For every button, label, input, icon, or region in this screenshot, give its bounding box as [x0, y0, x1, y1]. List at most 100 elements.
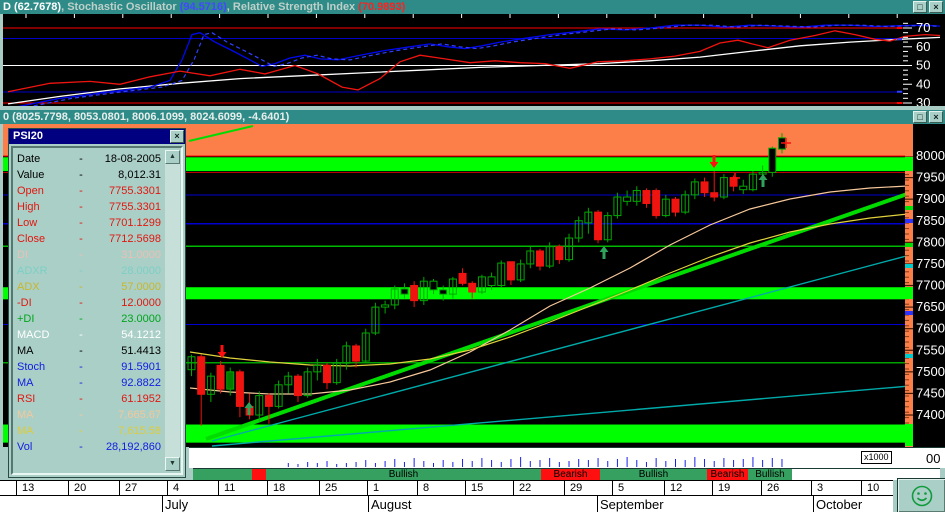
date-tick: [218, 481, 219, 495]
quote-row: Low-7701.1299: [15, 215, 163, 231]
quote-panel-body: Date-18-08-2005Value-8,012.31Open-7755.3…: [11, 146, 183, 475]
svg-text:7850: 7850: [916, 213, 945, 228]
date-label: 11: [224, 482, 235, 494]
date-tick: [167, 481, 168, 495]
restore-window-button[interactable]: □: [913, 1, 927, 13]
smiley-button[interactable]: [897, 478, 945, 512]
quote-row: MA-7,665.67: [15, 407, 163, 423]
quote-row: DI-31.0000: [15, 247, 163, 263]
date-tick: [417, 481, 418, 495]
quote-row: ADX-57.0000: [15, 279, 163, 295]
svg-text:7550: 7550: [916, 342, 945, 357]
scroll-up-icon[interactable]: ▲: [165, 150, 180, 164]
svg-text:60: 60: [916, 39, 930, 54]
month-label: September: [600, 497, 664, 512]
date-tick: [16, 481, 17, 495]
date-label: 3: [817, 482, 823, 494]
volume-pane: x1000 00: [189, 447, 945, 468]
quote-row: Stoch-91.5901: [15, 359, 163, 375]
date-label: 26: [767, 482, 779, 494]
svg-text:7450: 7450: [916, 385, 945, 400]
date-tick: [465, 481, 466, 495]
date-label: 29: [570, 482, 582, 494]
date-tick: [319, 481, 320, 495]
volume-scale-label: x1000: [861, 451, 892, 464]
date-label: 19: [718, 482, 730, 494]
timeline-months: July August September October: [0, 496, 893, 512]
timeline-dates: 1320274111825181522295121926310: [0, 480, 893, 496]
month-separator: [597, 496, 598, 512]
date-label: 1: [373, 482, 379, 494]
price-window-title: 0 (8025.7798, 8053.0801, 8006.1099, 8024…: [3, 111, 289, 123]
svg-text:8000: 8000: [916, 148, 945, 163]
title-segment: (70.9893): [358, 1, 405, 13]
quote-row: Date-18-08-2005: [15, 151, 163, 167]
quote-row: ADXR-28.0000: [15, 263, 163, 279]
date-label: 12: [670, 482, 682, 494]
volume-ticks: [189, 448, 943, 468]
oscillator-chart: 7060504030: [0, 14, 945, 106]
svg-text:7500: 7500: [916, 364, 945, 379]
date-tick: [612, 481, 613, 495]
date-label: 13: [22, 482, 34, 494]
quote-row: High-7755.3301: [15, 199, 163, 215]
quote-row: MA-51.4413: [15, 343, 163, 359]
svg-text:7650: 7650: [916, 299, 945, 314]
svg-text:50: 50: [916, 58, 930, 73]
title-segment: (94.5716): [180, 1, 227, 13]
svg-text:7800: 7800: [916, 234, 945, 249]
quote-row: -DI-12.0000: [15, 295, 163, 311]
month-label: August: [371, 497, 411, 512]
smiley-icon: [910, 484, 934, 508]
quote-panel-title: PSI20: [13, 130, 43, 142]
date-tick: [267, 481, 268, 495]
month-separator: [162, 496, 163, 512]
oscillator-window-titlebar: D (62.7678), Stochastic Oscillator (94.5…: [0, 0, 945, 14]
price-window-titlebar: 0 (8025.7798, 8053.0801, 8006.1099, 8024…: [0, 110, 945, 124]
svg-text:7600: 7600: [916, 321, 945, 336]
volume-axis-label: 00: [926, 451, 940, 466]
title-segment: Relative Strength Index: [233, 1, 358, 13]
quote-panel[interactable]: PSI20 × Date-18-08-2005Value-8,012.31Ope…: [8, 128, 186, 478]
close-window-button[interactable]: ×: [929, 111, 943, 123]
quote-row: +DI-23.0000: [15, 311, 163, 327]
svg-text:7750: 7750: [916, 256, 945, 271]
quote-row: Open-7755.3301: [15, 183, 163, 199]
date-label: 4: [173, 482, 179, 494]
month-label: October: [816, 497, 862, 512]
restore-window-button[interactable]: □: [913, 111, 927, 123]
date-label: 20: [74, 482, 86, 494]
quote-row: Close-7712.5698: [15, 231, 163, 247]
month-separator: [368, 496, 369, 512]
date-tick: [564, 481, 565, 495]
quote-panel-scrollbar[interactable]: ▲ ▼: [165, 150, 180, 471]
svg-text:40: 40: [916, 76, 930, 91]
month-label: July: [165, 497, 188, 512]
date-tick: [712, 481, 713, 495]
quote-row: MA-7,615.58: [15, 423, 163, 439]
quote-panel-titlebar[interactable]: PSI20 ×: [9, 129, 185, 144]
quote-row: Vol-28,192,860: [15, 439, 163, 455]
date-tick: [861, 481, 862, 495]
month-separator: [813, 496, 814, 512]
quote-row: MACD-54.1212: [15, 327, 163, 343]
svg-text:70: 70: [916, 20, 930, 35]
date-label: 22: [519, 482, 531, 494]
oscillator-pane: 7060504030: [0, 14, 945, 106]
date-label: 5: [618, 482, 624, 494]
close-icon[interactable]: ×: [170, 130, 184, 143]
scroll-down-icon[interactable]: ▼: [165, 457, 180, 471]
date-tick: [513, 481, 514, 495]
close-window-button[interactable]: ×: [929, 1, 943, 13]
svg-text:7400: 7400: [916, 407, 945, 422]
svg-text:7700: 7700: [916, 278, 945, 293]
quote-row: Value-8,012.31: [15, 167, 163, 183]
quote-row: MA-92.8822: [15, 375, 163, 391]
date-label: 8: [423, 482, 429, 494]
date-label: 15: [471, 482, 483, 494]
date-tick: [761, 481, 762, 495]
date-label: 25: [325, 482, 337, 494]
oscillator-window-title: D (62.7678), Stochastic Oscillator (94.5…: [3, 1, 405, 13]
date-tick: [119, 481, 120, 495]
date-label: 27: [125, 482, 137, 494]
